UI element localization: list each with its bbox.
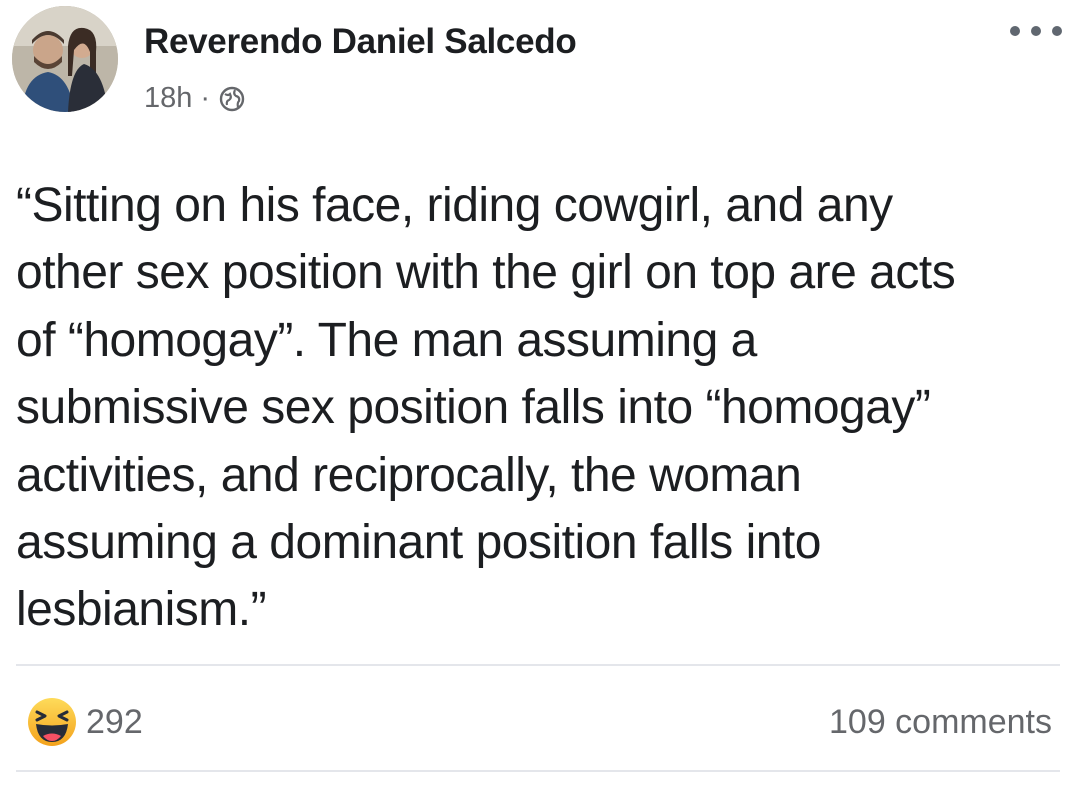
author-avatar[interactable] [12, 6, 118, 112]
divider [16, 770, 1060, 772]
globe-icon[interactable] [218, 85, 246, 113]
meta-separator: · [200, 82, 211, 114]
post-text-line: lesbianism.” [16, 583, 267, 637]
post-text-line: of “homogay”. The man assuming a [16, 313, 757, 367]
post-text-line: “Sitting on his face, riding cowgirl, an… [16, 179, 893, 232]
post-text-line: other sex position with the girl on top … [16, 246, 956, 300]
post-timestamp[interactable]: 18h [144, 82, 192, 115]
post-text-line: assuming a dominant position falls into [16, 516, 821, 570]
haha-reaction-icon [26, 696, 78, 748]
more-dot-icon [1031, 26, 1041, 36]
more-dot-icon [1010, 26, 1020, 36]
post-text-line: submissive sex position falls into “homo… [16, 381, 931, 435]
post-body-text: “Sitting on his face, riding cowgirl, an… [16, 172, 1066, 644]
divider [16, 664, 1060, 666]
more-dot-icon [1052, 26, 1062, 36]
reaction-count: 292 [86, 703, 143, 741]
more-options-icon[interactable] [1010, 16, 1062, 46]
facebook-post: Reverendo Daniel Salcedo 18h · “Sitting … [0, 0, 1076, 786]
post-text-line: activities, and reciprocally, the woman [16, 448, 802, 502]
author-name[interactable]: Reverendo Daniel Salcedo [144, 22, 577, 62]
comments-count-link[interactable]: 109 comments [829, 703, 1052, 742]
reactions-summary[interactable]: 292 [26, 696, 143, 748]
post-meta: 18h · [144, 82, 246, 115]
avatar-photo [12, 6, 118, 112]
